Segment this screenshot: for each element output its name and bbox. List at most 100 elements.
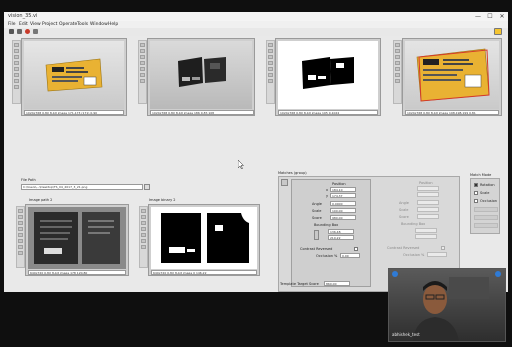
rect-tool-icon[interactable]: [14, 67, 19, 71]
pan-tool-icon[interactable]: [141, 215, 146, 219]
close-button[interactable]: ✕: [496, 12, 508, 21]
bbox-field-1[interactable]: 136.48: [328, 229, 354, 234]
grayscale-label-image: [178, 57, 226, 87]
polygon-tool-icon[interactable]: [140, 79, 145, 83]
disabled-option: [474, 223, 498, 228]
pin-icon[interactable]: [392, 271, 398, 277]
position-x-field[interactable]: 184.10: [330, 187, 356, 192]
run-continuous-icon[interactable]: [17, 29, 22, 34]
line-tool-icon[interactable]: [268, 61, 273, 65]
menu-project[interactable]: Project: [42, 21, 57, 28]
expand-icon[interactable]: [495, 271, 501, 277]
menu-operate[interactable]: Operate: [59, 21, 77, 28]
scale-label-ghost: Scale: [399, 208, 409, 212]
bounding-box-label-ghost: Bounding Box: [401, 222, 426, 226]
select-tool-icon[interactable]: [395, 55, 400, 59]
image-status-bar: 1024x768 0.8X 8-bit image 186 0,87,108: [150, 110, 254, 115]
mouse-cursor-icon: [238, 160, 244, 169]
polygon-tool-icon[interactable]: [14, 79, 19, 83]
polygon-tool-icon[interactable]: [395, 79, 400, 83]
pan-tool-icon[interactable]: [268, 49, 273, 53]
rect-tool-icon[interactable]: [140, 67, 145, 71]
polygon-tool-icon[interactable]: [141, 245, 146, 249]
oval-tool-icon[interactable]: [395, 73, 400, 77]
pan-tool-icon[interactable]: [395, 49, 400, 53]
abort-icon[interactable]: [25, 29, 30, 34]
scale-field-ghost: [417, 207, 439, 212]
line-tool-icon[interactable]: [395, 61, 400, 65]
file-path-input[interactable]: C:\Users\...\Desktop\TS_04_2017_3_21.png: [21, 184, 143, 190]
position-y-field[interactable]: 174.37: [330, 193, 356, 198]
oval-tool-icon[interactable]: [18, 239, 23, 243]
line-tool-icon[interactable]: [18, 227, 23, 231]
score-field[interactable]: 980.00: [330, 215, 356, 220]
minimize-button[interactable]: —: [472, 12, 484, 21]
select-tool-icon[interactable]: [18, 221, 23, 225]
menu-edit[interactable]: Edit: [19, 21, 28, 28]
bbox-field-2[interactable]: 210.22: [328, 235, 354, 240]
zoom-tool-icon[interactable]: [141, 209, 146, 213]
run-arrow-icon[interactable]: [9, 29, 14, 34]
browse-folder-icon[interactable]: [144, 184, 150, 190]
scale-field[interactable]: 100.00: [330, 208, 356, 213]
zoom-tool-icon[interactable]: [268, 43, 273, 47]
contrast-reversed-checkbox[interactable]: [354, 247, 358, 251]
template-target-score-label: Template Target Score: [280, 282, 319, 286]
menu-window[interactable]: Window: [90, 21, 108, 28]
image-display-4[interactable]: 1024x768 0.8X 8-bit image 198,198,199 0.…: [402, 38, 502, 116]
polygon-tool-icon[interactable]: [268, 79, 273, 83]
image-tools-palette: [12, 40, 21, 104]
pan-tool-icon[interactable]: [14, 49, 19, 53]
point-tool-icon[interactable]: [18, 251, 23, 255]
maximize-button[interactable]: ☐: [484, 12, 496, 21]
zoom-tool-icon[interactable]: [140, 43, 145, 47]
image-status-bar: 1024x768 0.8X 8-bit image 198,198,199 0.…: [405, 110, 499, 115]
image-display-template[interactable]: 640x720 0.8X 8-bit image 178 120,80: [25, 204, 129, 276]
line-tool-icon[interactable]: [140, 61, 145, 65]
image-tools-palette: [393, 40, 402, 104]
angle-field[interactable]: 0.0000: [330, 201, 356, 206]
oval-tool-icon[interactable]: [14, 73, 19, 77]
point-tool-icon[interactable]: [14, 85, 19, 89]
image-display-binary[interactable]: 640x720 0.8X 8-bit image 0 146,22: [148, 204, 260, 276]
polygon-tool-icon[interactable]: [18, 245, 23, 249]
oval-tool-icon[interactable]: [141, 239, 146, 243]
position-x-field-ghost: [417, 186, 439, 191]
line-tool-icon[interactable]: [14, 61, 19, 65]
menu-tools[interactable]: Tools: [77, 21, 88, 28]
oval-tool-icon[interactable]: [140, 73, 145, 77]
rect-tool-icon[interactable]: [268, 67, 273, 71]
zoom-tool-icon[interactable]: [18, 209, 23, 213]
pan-tool-icon[interactable]: [18, 215, 23, 219]
bbox-index-control[interactable]: [314, 230, 319, 240]
occlusion-field[interactable]: 0.00: [340, 253, 360, 258]
rotation-checkbox[interactable]: [474, 183, 478, 187]
zoom-tool-icon[interactable]: [395, 43, 400, 47]
image-display-2[interactable]: 1024x768 0.8X 8-bit image 186 0,87,108: [147, 38, 255, 116]
select-tool-icon[interactable]: [140, 55, 145, 59]
pause-icon[interactable]: [33, 29, 38, 34]
select-tool-icon[interactable]: [14, 55, 19, 59]
zoom-tool-icon[interactable]: [14, 43, 19, 47]
image-display-1[interactable]: 1024x768 0.8X 8-bit image 171,173 (171) …: [21, 38, 127, 116]
menu-view[interactable]: View: [30, 21, 41, 28]
select-tool-icon[interactable]: [141, 221, 146, 225]
template-target-score-field[interactable]: 860.00: [324, 281, 350, 286]
oval-tool-icon[interactable]: [268, 73, 273, 77]
rect-tool-icon[interactable]: [395, 67, 400, 71]
image-display-3[interactable]: 1024x768 0.8X 8-bit image 195 0,1024: [275, 38, 381, 116]
menu-file[interactable]: File: [8, 21, 16, 28]
participant-name: abhishek_test: [392, 332, 420, 337]
scale-checkbox[interactable]: [474, 191, 478, 195]
line-tool-icon[interactable]: [141, 227, 146, 231]
occlusion-checkbox[interactable]: [474, 199, 478, 203]
array-index-control[interactable]: [281, 179, 288, 186]
select-tool-icon[interactable]: [268, 55, 273, 59]
image-tools-palette: [138, 40, 147, 104]
pan-tool-icon[interactable]: [140, 49, 145, 53]
image-status-bar: 640x720 0.8X 8-bit image 178 120,80: [28, 270, 126, 275]
menu-help[interactable]: Help: [108, 21, 118, 28]
angle-label: Angle: [312, 202, 322, 206]
rect-tool-icon[interactable]: [141, 233, 146, 237]
rect-tool-icon[interactable]: [18, 233, 23, 237]
